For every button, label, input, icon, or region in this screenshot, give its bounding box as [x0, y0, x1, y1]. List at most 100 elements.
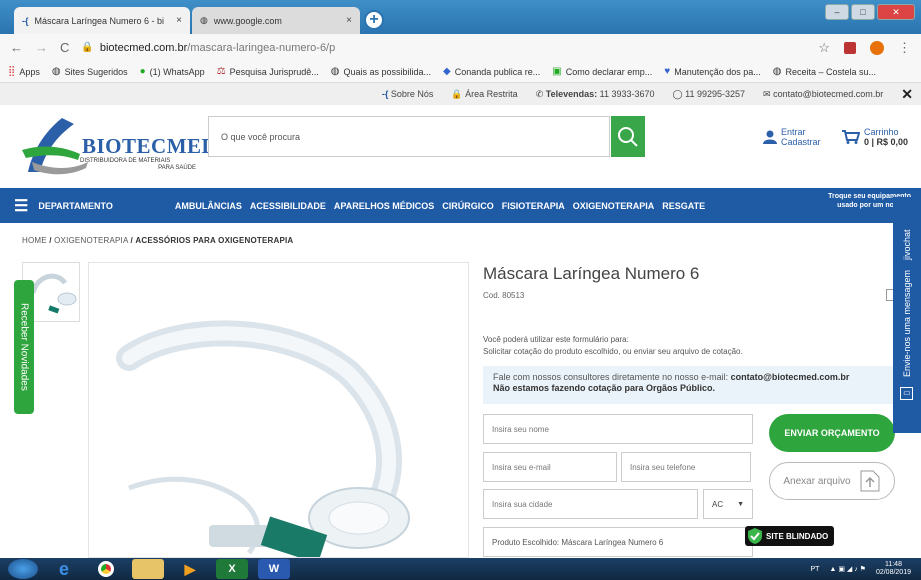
breadcrumb-current[interactable]: ACESSÓRIOS PARA OXIGENOTERAPIA — [135, 236, 293, 245]
shield-check-icon — [748, 528, 762, 544]
nav-item-acessibilidade[interactable]: ACESSIBILIDADE — [250, 201, 326, 211]
reload-icon[interactable]: C — [60, 40, 69, 55]
ie-icon[interactable]: e — [48, 559, 80, 579]
bookmark-jurisprudencia[interactable]: ⚖ Pesquisa Jurisprudê... — [217, 66, 319, 77]
new-tab-button[interactable]: + — [364, 10, 384, 30]
about-link[interactable]: -{ Sobre Nós — [382, 89, 434, 99]
product-main-image[interactable] — [88, 262, 469, 558]
windows-taskbar: e ▶ X W PT ▲ ▣ ◢ ♪ ⚑ 11:48 02/08/2019 — [0, 558, 921, 580]
jivochat-widget[interactable]: ▭ Envie-nos uma mensagem jivochat — [893, 197, 921, 433]
about-label: Sobre Nós — [390, 89, 434, 99]
user-icon — [763, 130, 777, 144]
register-label: Cadastrar — [781, 137, 821, 147]
city-field[interactable]: Insira sua cidade — [483, 489, 698, 519]
tab-google[interactable]: ◍ www.google.com × — [192, 7, 360, 34]
breadcrumb-home[interactable]: HOME — [22, 236, 47, 245]
chat-icon: ▭ — [900, 387, 914, 401]
globe-icon: ◍ — [200, 15, 208, 25]
menu-kebab-icon[interactable]: ⋮ — [898, 40, 911, 56]
product-chosen-field[interactable]: Produto Escolhido: Máscara Laríngea Nume… — [483, 527, 753, 557]
hamburger-menu-icon[interactable]: ☰ — [14, 196, 28, 216]
cart-link[interactable]: Carrinho 0 | R$ 0,00 — [842, 127, 908, 147]
profile-avatar[interactable] — [870, 40, 884, 55]
site-blindado-badge[interactable]: SITE BLINDADO — [745, 526, 835, 546]
minimize-icon[interactable]: – — [825, 4, 849, 20]
nav-item-resgate[interactable]: RESGATE — [662, 201, 705, 211]
restricted-area-link[interactable]: 🔒 Área Restrita — [451, 89, 517, 100]
bookmark-conanda[interactable]: ◆ Conanda publica re... — [443, 66, 540, 77]
quote-info: Você poderá utilizar este formulário par… — [483, 334, 743, 358]
excel-icon[interactable]: X — [216, 559, 248, 579]
bookmark-star-icon[interactable]: ☆ — [818, 40, 830, 56]
nav-item-fisioterapia[interactable]: FISIOTERAPIA — [502, 201, 565, 211]
phone-icon: ✆ — [535, 88, 544, 99]
breadcrumb-category[interactable]: OXIGENOTERAPIA — [54, 236, 128, 245]
maximize-icon[interactable]: □ — [851, 4, 875, 20]
email-field[interactable]: Insira seu e-mail — [483, 452, 617, 482]
bookmark-label: Sites Sugeridos — [64, 66, 128, 77]
main-nav: ☰ DEPARTAMENTO AMBULÂNCIAS ACESSIBILIDAD… — [0, 188, 921, 223]
whatsapp-number: 11 99295-3257 — [685, 88, 745, 99]
product-code: Cod. 80513 — [483, 291, 525, 300]
close-infobar-icon[interactable]: ✕ — [901, 86, 913, 103]
phone-field[interactable]: Insira seu telefone — [621, 452, 751, 482]
clock[interactable]: 11:48 02/08/2019 — [876, 561, 911, 577]
attach-file-label: Anexar arquivo — [783, 475, 851, 487]
search-input[interactable]: O que você procura — [208, 116, 610, 157]
forward-icon[interactable]: → — [35, 40, 48, 55]
laryngeal-mask-image — [116, 320, 410, 557]
nav-item-cirurgico[interactable]: CIRÚRGICO — [442, 201, 494, 211]
search-button[interactable] — [611, 116, 645, 157]
bookmark-label: Apps — [19, 66, 40, 77]
chrome-icon[interactable] — [90, 559, 122, 579]
bookmark-receita[interactable]: ◍ Receita – Costela su... — [773, 66, 876, 77]
start-button-icon[interactable] — [8, 559, 38, 579]
email-info[interactable]: ✉ contato@biotecmed.com.br — [763, 89, 883, 100]
language-indicator[interactable]: PT — [811, 566, 820, 573]
bookmark-label: Pesquisa Jurisprudê... — [229, 66, 319, 77]
send-quote-button[interactable]: ENVIAR ORÇAMENTO — [769, 414, 895, 452]
phone-info: ✆ Televendas: 11 3933-3670 — [536, 89, 655, 100]
state-select[interactable]: AC ▼ — [703, 489, 753, 519]
cart-icon — [842, 130, 860, 144]
bookmark-label: Quais as possibilida... — [343, 66, 431, 77]
state-value: AC — [712, 499, 724, 509]
system-tray: PT ▲ ▣ ◢ ♪ ⚑ 11:48 02/08/2019 — [811, 561, 911, 577]
attach-file-button[interactable]: Anexar arquivo — [769, 462, 895, 500]
tab-title: www.google.com — [213, 15, 282, 26]
bookmark-whatsapp[interactable]: ● (1) WhatsApp — [140, 66, 205, 77]
apps-icon: ⣿ — [8, 66, 16, 77]
close-window-icon[interactable]: ✕ — [877, 4, 915, 20]
nav-item-aparelhos-medicos[interactable]: APARELHOS MÉDICOS — [334, 201, 434, 211]
media-player-icon[interactable]: ▶ — [174, 559, 206, 579]
nav-department[interactable]: DEPARTAMENTO — [38, 201, 113, 211]
phone-label: Televendas: — [545, 88, 598, 99]
share-icon[interactable] — [886, 289, 893, 301]
close-tab-icon[interactable]: × — [346, 15, 352, 26]
tray-icons[interactable]: ▲ ▣ ◢ ♪ ⚑ — [829, 565, 865, 573]
quote-info-line2: Solicitar cotação do produto escolhido, … — [483, 347, 743, 356]
window-controls: – □ ✕ — [825, 4, 915, 20]
name-field[interactable]: Insira seu nome — [483, 414, 753, 444]
whatsapp-info[interactable]: ◯ 11 99295-3257 — [673, 89, 745, 100]
newsletter-side-tab[interactable]: Receber Novidades — [14, 280, 34, 414]
cart-label: Carrinho — [864, 127, 899, 137]
extension-icon[interactable] — [844, 41, 856, 54]
bookmark-manutencao[interactable]: ♥ Manutenção dos pa... — [664, 66, 761, 77]
newsletter-label: Receber Novidades — [18, 303, 30, 391]
nav-item-ambulancias[interactable]: AMBULÂNCIAS — [175, 201, 242, 211]
bookmark-possibilidades[interactable]: ◍ Quais as possibilida... — [331, 66, 431, 77]
money-icon: ▣ — [552, 66, 562, 77]
url-field[interactable]: 🔒 biotecmed.com.br/mascara-laringea-nume… — [81, 42, 335, 54]
close-tab-icon[interactable]: × — [176, 15, 182, 26]
bookmark-declarar[interactable]: ▣ Como declarar emp... — [552, 66, 652, 77]
back-icon[interactable]: ← — [10, 40, 23, 55]
word-icon[interactable]: W — [258, 559, 290, 579]
bookmark-apps[interactable]: ⣿ Apps — [8, 66, 40, 77]
contact-email[interactable]: contato@biotecmed.com.br — [731, 372, 850, 382]
folder-icon[interactable] — [132, 559, 164, 579]
bookmark-sites-sugeridos[interactable]: ◍ Sites Sugeridos — [52, 66, 128, 77]
tab-active[interactable]: -{ Máscara Laríngea Numero 6 - bi × — [14, 7, 190, 34]
nav-item-oxigenoterapia[interactable]: OXIGENOTERAPIA — [573, 201, 655, 211]
account-link[interactable]: Entrar Cadastrar — [763, 127, 821, 147]
